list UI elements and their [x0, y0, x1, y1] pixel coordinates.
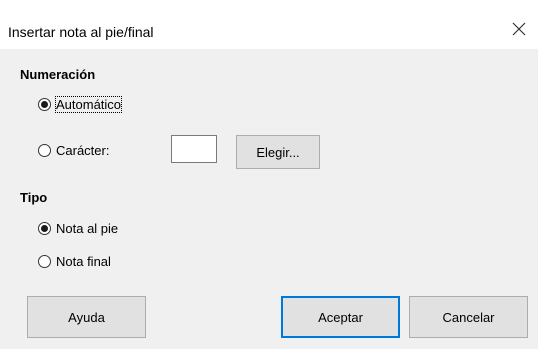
title-bar: Insertar nota al pie/final [0, 0, 538, 49]
choose-button[interactable]: Elegir... [236, 135, 320, 169]
numbering-heading: Numeración [20, 67, 96, 82]
character-input[interactable] [171, 135, 217, 163]
dialog-title: Insertar nota al pie/final [8, 24, 154, 40]
endnote-radio-option[interactable]: Nota final [38, 251, 111, 271]
character-label: Carácter: [56, 142, 110, 158]
close-icon [512, 22, 526, 36]
help-button[interactable]: Ayuda [27, 296, 146, 338]
type-heading: Tipo [20, 190, 48, 205]
character-radio[interactable] [38, 143, 51, 157]
footnote-label: Nota al pie [56, 220, 119, 236]
endnote-radio[interactable] [38, 254, 51, 268]
character-radio-option[interactable]: Carácter: [38, 140, 109, 160]
footnote-radio-option[interactable]: Nota al pie [38, 218, 118, 238]
ok-button[interactable]: Aceptar [281, 296, 400, 338]
close-button[interactable] [500, 10, 538, 48]
automatic-radio[interactable] [38, 97, 51, 111]
endnote-label: Nota final [56, 253, 111, 269]
cancel-button[interactable]: Cancelar [409, 296, 528, 338]
automatic-label: Automático [54, 95, 123, 113]
automatic-radio-option[interactable]: Automático [38, 94, 123, 114]
footnote-radio[interactable] [38, 221, 51, 235]
insert-footnote-dialog: Insertar nota al pie/final Numeración Au… [0, 0, 538, 349]
